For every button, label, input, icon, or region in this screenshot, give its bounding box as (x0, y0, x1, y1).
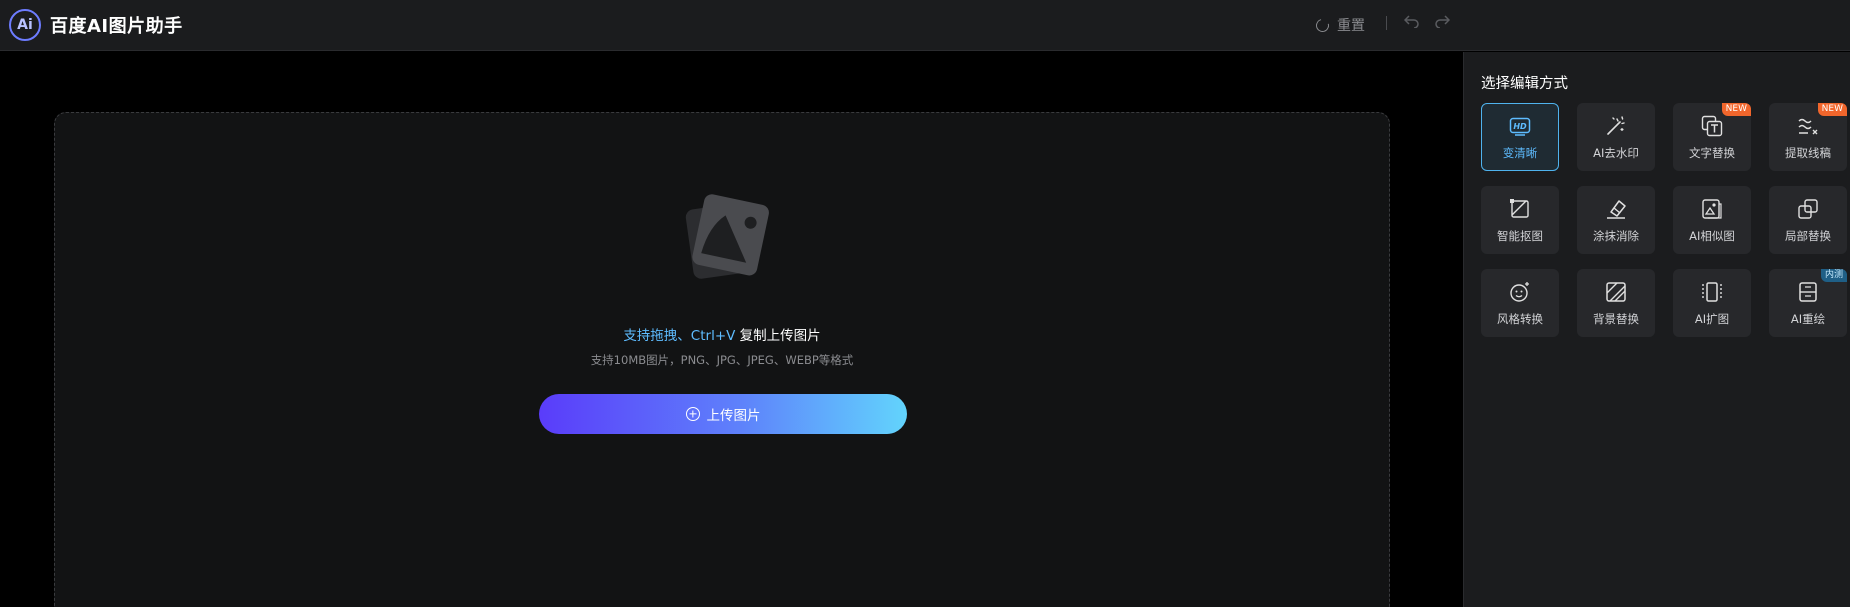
tool-label: 文字替换 (1689, 146, 1735, 160)
redo-icon[interactable] (1434, 14, 1451, 32)
tool-style-transfer[interactable]: 风格转换 (1481, 269, 1559, 337)
line-art-icon (1798, 118, 1818, 135)
reset-icon (1313, 16, 1332, 34)
upload-image-button[interactable]: 上传图片 (539, 394, 907, 434)
edit-mode-panel: 选择编辑方式 HD 变清晰 AI去水印 NEW 文字替换 NEW 提取线稿 智能… (1463, 52, 1850, 607)
cutout-icon (1510, 199, 1529, 218)
tool-label: AI去水印 (1593, 146, 1639, 160)
app-title: 百度AI图片助手 (50, 16, 183, 37)
tool-text-replace[interactable]: NEW 文字替换 (1673, 103, 1751, 171)
style-icon (1510, 282, 1529, 302)
tool-label: 涂抹消除 (1593, 229, 1639, 243)
header-divider (1386, 16, 1387, 30)
plus-circle-icon (685, 407, 700, 421)
tool-smart-cutout[interactable]: 智能抠图 (1481, 186, 1559, 254)
background-icon (1606, 282, 1626, 302)
tool-partial-replace[interactable]: 局部替换 (1769, 186, 1847, 254)
beta-badge: 内测 (1820, 269, 1847, 282)
upload-hint-text: 复制上传图片 (735, 328, 821, 344)
image-placeholder-icon (685, 194, 769, 279)
tool-label: 背景替换 (1593, 312, 1639, 326)
tool-background-replace[interactable]: 背景替换 (1577, 269, 1655, 337)
upload-hint: 支持拖拽、Ctrl+V 复制上传图片 (55, 324, 1389, 344)
tool-label: AI相似图 (1689, 229, 1735, 243)
svg-text:HD: HD (1513, 122, 1527, 131)
eraser-icon (1607, 200, 1626, 219)
hd-icon: HD (1509, 117, 1531, 136)
tool-similar-image[interactable]: AI相似图 (1673, 186, 1751, 254)
app-logo[interactable]: Ai (9, 9, 41, 41)
upload-button-label: 上传图片 (706, 408, 761, 424)
new-badge: NEW (1817, 103, 1847, 116)
reset-button[interactable]: 重置 (1313, 15, 1365, 35)
tool-label: 变清晰 (1502, 146, 1538, 160)
redraw-icon (1799, 282, 1817, 302)
partial-replace-icon (1798, 199, 1818, 219)
tool-grid: HD 变清晰 AI去水印 NEW 文字替换 NEW 提取线稿 智能抠图 涂抹消除 (1481, 103, 1847, 337)
tool-line-art[interactable]: NEW 提取线稿 (1769, 103, 1847, 171)
top-bar: Ai 百度AI图片助手 重置 (0, 0, 1850, 51)
upload-hint-accent: 支持拖拽、Ctrl+V (623, 328, 736, 344)
canvas-area: 支持拖拽、Ctrl+V 复制上传图片 支持10MB图片，PNG、JPG、JPEG… (0, 52, 1463, 607)
tool-erase[interactable]: 涂抹消除 (1577, 186, 1655, 254)
new-badge: NEW (1721, 103, 1751, 116)
tool-label: 局部替换 (1785, 229, 1831, 243)
tool-expand[interactable]: AI扩图 (1673, 269, 1751, 337)
upload-dropzone[interactable]: 支持拖拽、Ctrl+V 复制上传图片 支持10MB图片，PNG、JPG、JPEG… (54, 112, 1390, 607)
magic-wand-icon (1607, 116, 1625, 135)
expand-icon (1702, 282, 1722, 302)
tool-label: 风格转换 (1497, 312, 1543, 326)
similar-image-icon (1702, 199, 1722, 219)
tool-label: 提取线稿 (1785, 146, 1831, 160)
text-replace-icon (1701, 115, 1723, 137)
tool-label: AI重绘 (1790, 312, 1826, 326)
tool-watermark-removal[interactable]: AI去水印 (1577, 103, 1655, 171)
tool-enhance[interactable]: HD 变清晰 (1481, 103, 1559, 171)
undo-icon[interactable] (1403, 14, 1420, 32)
tool-redraw[interactable]: 内测 AI重绘 (1769, 269, 1847, 337)
tool-label: AI扩图 (1694, 312, 1730, 326)
format-hint: 支持10MB图片，PNG、JPG、JPEG、WEBP等格式 (590, 353, 854, 367)
panel-title: 选择编辑方式 (1481, 76, 1568, 92)
tool-label: 智能抠图 (1497, 229, 1543, 243)
reset-label: 重置 (1337, 18, 1365, 34)
